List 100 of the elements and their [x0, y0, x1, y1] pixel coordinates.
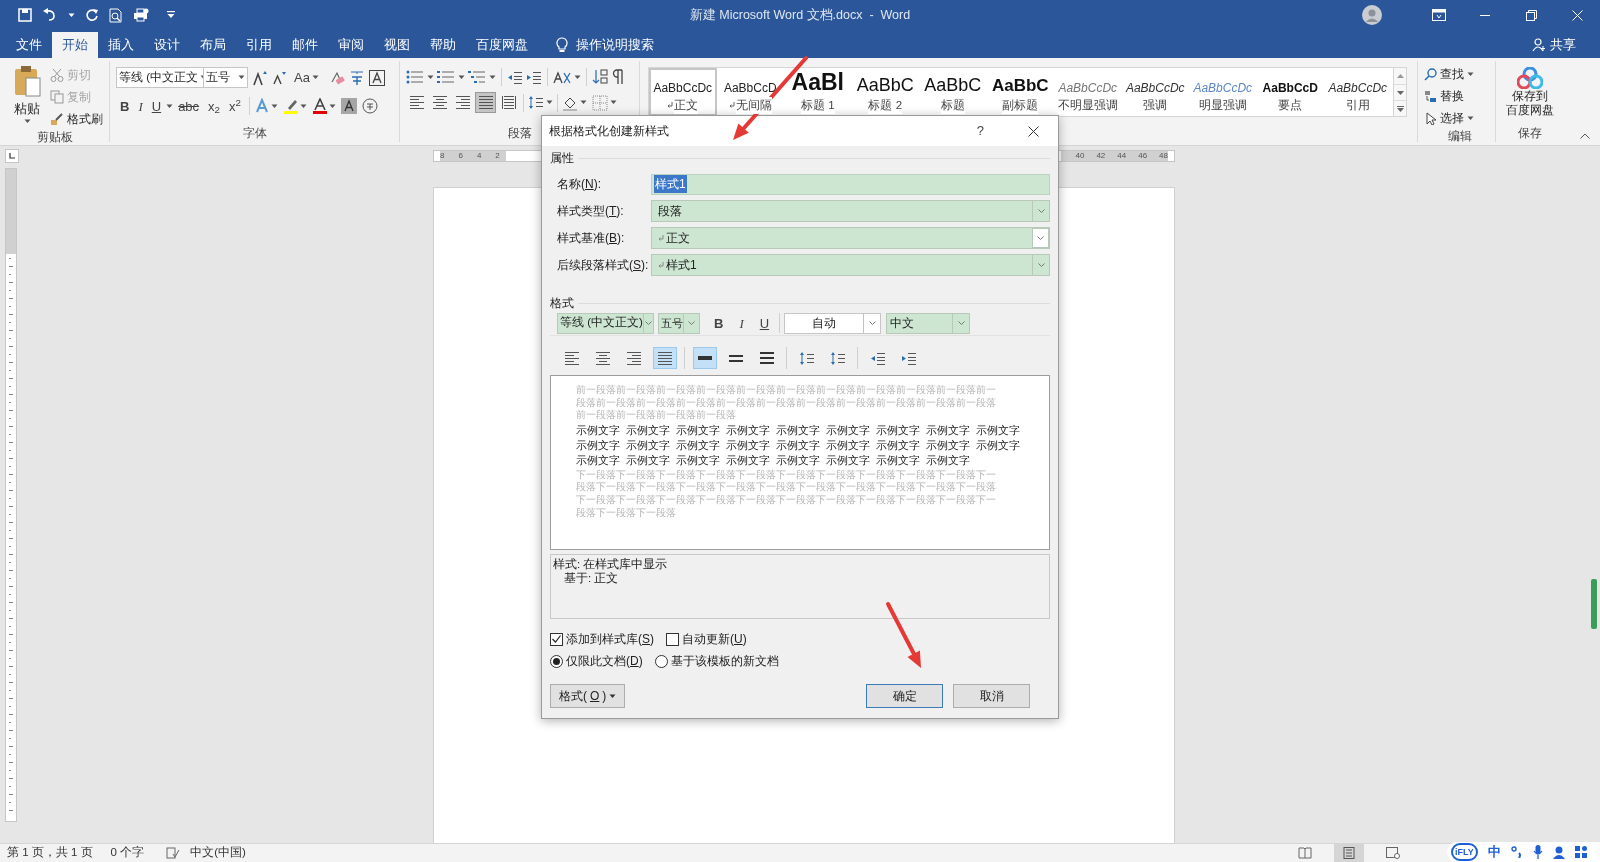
print-preview-icon[interactable] [109, 7, 123, 23]
format-painter-button[interactable]: 格式刷 [67, 110, 103, 128]
font-name-combo[interactable]: 等线 (中文正文 [116, 67, 204, 88]
ribbon-tab[interactable]: 百度网盘 [466, 32, 538, 58]
style-item[interactable]: AaBbCcD 要点 [1256, 68, 1324, 116]
scrollbar-thumb[interactable] [1591, 579, 1597, 629]
dialog-button[interactable]: 取消 [953, 684, 1030, 708]
grid-icon[interactable] [1574, 845, 1588, 859]
dialog-button[interactable]: 确定 [866, 684, 943, 708]
replace-button[interactable]: 替换 [1440, 87, 1464, 105]
multilevel-list-icon[interactable] [468, 69, 486, 85]
ime-logo[interactable]: iFLY [1451, 843, 1478, 861]
asian-layout-icon[interactable] [553, 69, 571, 85]
ribbon-options-icon[interactable] [1432, 9, 1446, 21]
enclosed-character-icon[interactable] [361, 98, 378, 114]
style-item[interactable]: AaBbCcDc 引用 [1324, 68, 1392, 116]
tell-me-search[interactable]: 操作说明搜索 [576, 35, 654, 55]
character-border-icon[interactable] [368, 69, 385, 86]
size-combo[interactable]: 五号 [658, 312, 700, 334]
style-item[interactable]: AaBbC 副标题 [986, 68, 1054, 116]
name-field[interactable]: 样式1 [651, 173, 1050, 195]
text-effects-icon[interactable] [253, 98, 270, 114]
tab-selector[interactable] [5, 149, 19, 163]
style-dropdown[interactable]: 正文 [651, 227, 1050, 249]
printer-icon[interactable] [133, 8, 149, 22]
ribbon-tab[interactable]: 审阅 [328, 32, 374, 58]
style-dropdown[interactable]: 段落 [651, 200, 1050, 222]
color-combo[interactable]: 自动 [784, 312, 882, 334]
radio-button[interactable] [654, 654, 668, 668]
style-item[interactable]: AaBbC 标题 [919, 68, 987, 116]
language-status[interactable]: 中文(中国) [190, 844, 246, 862]
checkbox[interactable] [666, 632, 679, 646]
ribbon-tab[interactable]: 视图 [374, 32, 420, 58]
paragraph-format-button[interactable] [693, 347, 717, 369]
avatar-icon[interactable] [1362, 5, 1382, 25]
paragraph-format-button[interactable] [653, 347, 677, 369]
underline-button[interactable]: U [755, 313, 774, 333]
font-combo[interactable]: 等线 (中文正文) [557, 312, 654, 334]
font-size-combo[interactable]: 五号 [203, 67, 248, 88]
customize-icon[interactable] [167, 11, 175, 19]
web-layout-icon[interactable] [1386, 847, 1400, 859]
shrink-font-icon[interactable] [272, 70, 286, 85]
italic-button[interactable]: I [134, 96, 147, 116]
style-dropdown[interactable]: 样式1 [651, 254, 1050, 276]
redo-icon[interactable] [85, 8, 99, 22]
radio-button[interactable] [550, 654, 563, 668]
ribbon-tab[interactable]: 引用 [236, 32, 282, 58]
highlight-icon[interactable] [282, 98, 299, 114]
style-item[interactable]: AaBl 标题 1 [784, 68, 852, 116]
find-button[interactable]: 查找 [1440, 65, 1464, 83]
ribbon-tab[interactable]: 布局 [190, 32, 236, 58]
strike-button[interactable]: abc [174, 96, 204, 116]
user-icon[interactable] [1552, 845, 1565, 859]
save-icon[interactable] [18, 8, 32, 22]
change-case-button[interactable]: Aa [294, 67, 319, 88]
align-button[interactable] [475, 92, 496, 113]
style-item[interactable]: AaBbCcDc 明显强调 [1189, 68, 1257, 116]
paste-button[interactable]: 粘贴 [12, 65, 42, 128]
ribbon-tab[interactable]: 设计 [144, 32, 190, 58]
language-combo[interactable]: 中文 [886, 312, 971, 334]
bold-button[interactable]: B [710, 313, 728, 333]
show-marks-icon[interactable] [611, 69, 625, 85]
italic-button[interactable]: I [735, 313, 748, 333]
style-item[interactable]: AaBbCcDc 强调 [1121, 68, 1189, 116]
grow-font-icon[interactable] [252, 69, 268, 86]
dialog-button[interactable]: 格式( O ) [550, 684, 626, 708]
print-layout-button[interactable] [1334, 844, 1364, 862]
radio-label[interactable]: 仅限此文档(D) [566, 652, 643, 670]
style-item[interactable]: AaBbC 标题 2 [851, 68, 919, 116]
select-button[interactable]: 选择 [1440, 109, 1464, 127]
plain-button[interactable]: x$_{2}$ [204, 96, 225, 116]
ribbon-tab[interactable]: 邮件 [282, 32, 328, 58]
ribbon-tab[interactable]: 开始 [52, 32, 98, 58]
style-item[interactable]: AaBbCcD 无间隔 [716, 68, 784, 116]
checkbox[interactable] [550, 632, 563, 646]
numbering-icon[interactable] [437, 69, 455, 85]
ribbon-tab[interactable]: 帮助 [420, 32, 466, 58]
underline-button[interactable]: U [147, 96, 166, 116]
share-button[interactable]: 共享 [1550, 35, 1576, 55]
ime-mode[interactable]: 中 [1487, 842, 1501, 862]
bullets-icon[interactable] [406, 69, 424, 85]
punctuation-icon[interactable] [1510, 846, 1523, 858]
radio-label[interactable]: 基于该模板的新文档 [670, 652, 779, 670]
plain-button[interactable]: x$^{2}$ [225, 96, 245, 116]
checkbox-label[interactable]: 添加到样式库(S) [566, 630, 654, 648]
style-item[interactable]: AaBbCcDc 不明显强调 [1054, 68, 1122, 116]
page-count[interactable]: 第 1 页，共 1 页 [7, 844, 93, 862]
save-to-cloud-button[interactable]: 保存到 百度网盘 [1506, 67, 1554, 117]
word-count[interactable]: 0 个字 [110, 844, 145, 862]
checkbox-label[interactable]: 自动更新(U) [682, 630, 747, 648]
lightbulb-icon[interactable] [556, 37, 568, 53]
undo-icon[interactable] [42, 8, 58, 22]
ribbon-tab[interactable]: 插入 [98, 32, 144, 58]
read-mode-icon[interactable] [1298, 847, 1312, 859]
collapse-ribbon-icon[interactable] [1580, 133, 1590, 139]
microphone-icon[interactable] [1532, 845, 1543, 859]
proofing-icon[interactable] [166, 847, 181, 859]
sort-icon[interactable] [592, 69, 608, 85]
ribbon-tab[interactable]: 文件 [6, 32, 52, 58]
help-button[interactable]: ? [976, 121, 984, 141]
